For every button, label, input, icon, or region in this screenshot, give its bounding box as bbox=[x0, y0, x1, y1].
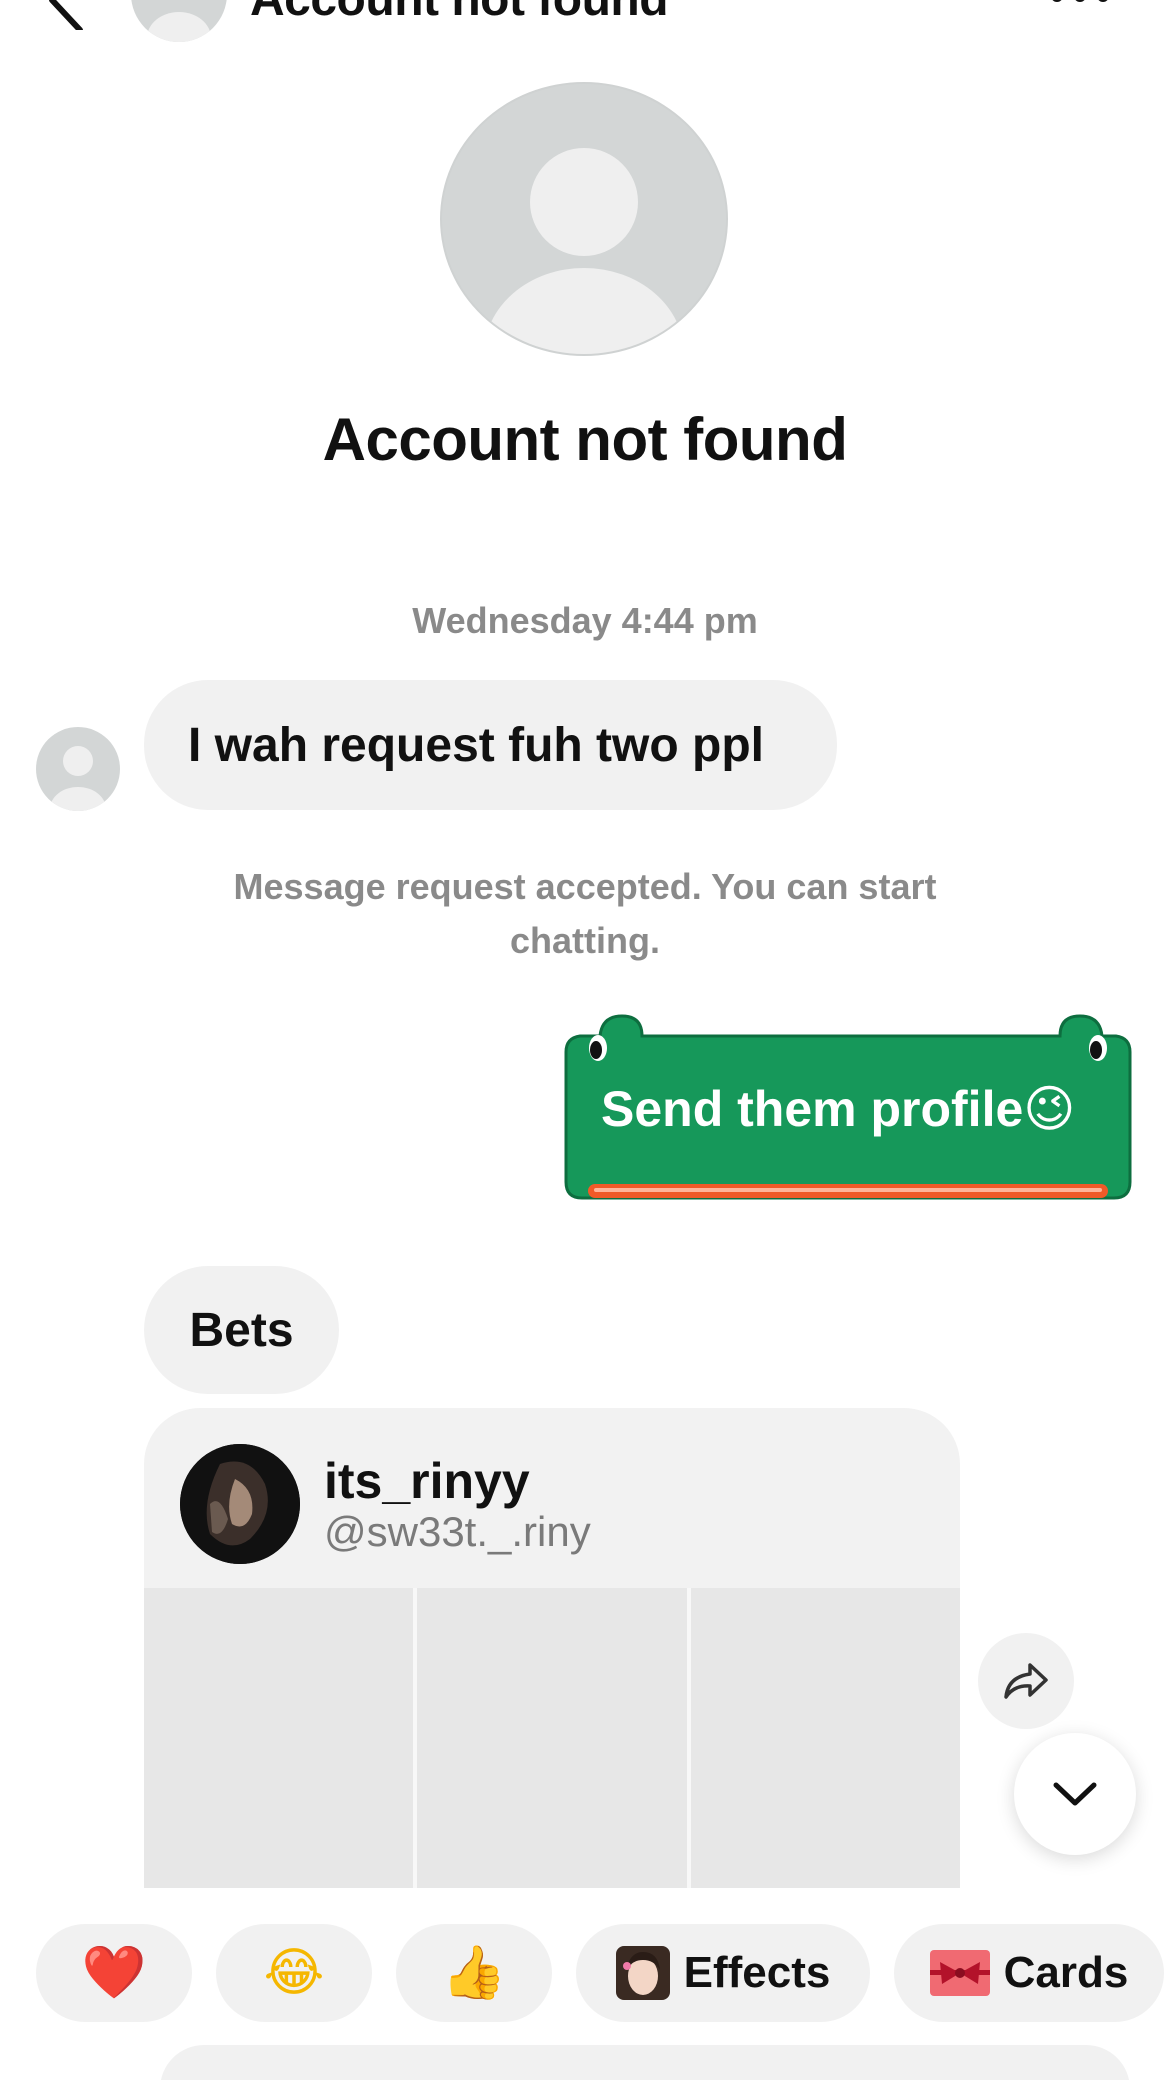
cards-label: Cards bbox=[1003, 1948, 1129, 1997]
chat-header: Account not found bbox=[0, 0, 1170, 50]
shared-profile-card[interactable]: its_rinyy @sw33t._.riny bbox=[144, 1408, 960, 1888]
sender-avatar[interactable] bbox=[36, 727, 120, 811]
message-input-area[interactable] bbox=[160, 2045, 1130, 2080]
reply-message-bubble[interactable]: Bets bbox=[144, 1266, 339, 1394]
header-avatar[interactable] bbox=[131, 0, 227, 42]
shared-profile-avatar bbox=[180, 1444, 300, 1564]
effects-icon bbox=[615, 1946, 670, 2000]
default-avatar-icon bbox=[484, 148, 684, 354]
heart-icon: ❤️ bbox=[81, 1943, 147, 2003]
quick-reaction-laugh[interactable]: 😂 bbox=[216, 1924, 372, 2022]
default-avatar-icon bbox=[50, 746, 106, 811]
profile-photo-icon bbox=[180, 1444, 300, 1564]
video-thumbnail[interactable] bbox=[417, 1588, 687, 1888]
quick-reaction-thumbs-up[interactable]: 👍 bbox=[396, 1924, 552, 2022]
shared-profile-name: its_rinyy bbox=[324, 1453, 530, 1509]
video-thumbnail[interactable] bbox=[144, 1588, 414, 1888]
chat-screen: Account not found Account not found Wedn… bbox=[0, 0, 1170, 2080]
cards-icon bbox=[929, 1950, 990, 1996]
shared-profile-video-grid bbox=[144, 1588, 960, 1888]
share-icon bbox=[1004, 1663, 1048, 1699]
message-timestamp: Wednesday 4:44 pm bbox=[412, 600, 758, 641]
laughing-face-icon: 😂 bbox=[263, 1943, 325, 2003]
thumbs-up-icon: 👍 bbox=[441, 1943, 507, 2003]
cards-button[interactable]: Cards bbox=[894, 1924, 1164, 2022]
chevron-down-icon bbox=[1053, 1782, 1097, 1806]
scroll-to-bottom-button[interactable] bbox=[1014, 1733, 1136, 1855]
video-thumbnail[interactable] bbox=[690, 1588, 960, 1888]
sticker-text: Send them profile😉 bbox=[601, 1081, 1076, 1137]
effects-button[interactable]: Effects bbox=[576, 1924, 870, 2022]
header-title[interactable]: Account not found bbox=[250, 0, 669, 27]
quick-reaction-heart[interactable]: ❤️ bbox=[36, 1924, 192, 2022]
shared-profile-handle: @sw33t._.riny bbox=[324, 1508, 591, 1555]
profile-name: Account not found bbox=[322, 406, 848, 473]
system-message: Message request accepted. You can start … bbox=[233, 866, 937, 961]
more-icon[interactable] bbox=[1045, 0, 1115, 8]
share-button[interactable] bbox=[978, 1633, 1074, 1729]
effects-label: Effects bbox=[683, 1948, 831, 1997]
back-icon[interactable] bbox=[40, 0, 100, 30]
default-avatar-icon bbox=[147, 12, 211, 42]
profile-avatar[interactable] bbox=[440, 82, 728, 356]
incoming-message-bubble[interactable]: I wah request fuh two ppl bbox=[144, 680, 837, 810]
